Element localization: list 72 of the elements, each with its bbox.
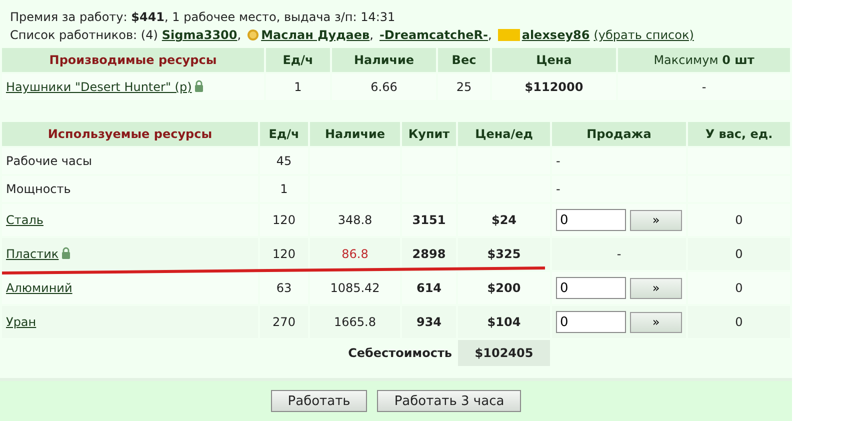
separator: ,: [370, 27, 374, 44]
table-cell: -: [556, 154, 560, 168]
column-header: Купит: [402, 122, 456, 146]
column-header: Цена: [492, 48, 616, 72]
worker-link[interactable]: Sigma3300: [162, 26, 238, 44]
sell-amount-field[interactable]: 0: [556, 209, 626, 231]
column-header: Цена/ед: [458, 122, 550, 146]
table-cell-text: 63: [275, 280, 293, 297]
worker-link[interactable]: -DreamcatcheR-: [379, 26, 488, 44]
sell-button[interactable]: »: [630, 210, 682, 230]
table-cell-text: 3151: [411, 212, 447, 229]
separator: ,: [237, 27, 242, 44]
column-header: Продажа: [552, 122, 686, 146]
bonus-info: Премия за работу: $441, 1 рабочее место, выдача з/п: 14:31: [10, 9, 396, 26]
table-cell-text: 1: [279, 181, 289, 198]
column-header: Наличие: [310, 122, 400, 146]
resource-link[interactable]: Сталь: [6, 213, 44, 227]
table-cell-text: 45: [275, 153, 293, 170]
table-cell-text: -: [700, 79, 708, 96]
table-cell-text: Рабочие часы: [5, 153, 93, 170]
table-cell-text: $200: [486, 280, 522, 297]
cost-label: Себестоимость: [348, 346, 452, 360]
work-button[interactable]: Работать: [270, 390, 368, 412]
table-cell-text: 348.8: [336, 212, 374, 229]
lock-icon: [60, 247, 71, 259]
table-cell: -: [556, 182, 560, 196]
table-cell-text: 0: [734, 280, 744, 297]
table-cell-text: 25: [455, 79, 473, 96]
column-header: Максимум 0 шт: [618, 48, 790, 72]
table-cell-text: $24: [490, 212, 518, 229]
column-header: Ед/ч: [260, 122, 308, 146]
table-cell-text: 0: [734, 314, 744, 331]
worker-link[interactable]: alexsey86: [522, 26, 590, 44]
column-header: У вас, ед.: [688, 122, 790, 146]
resource-link[interactable]: Алюминий: [6, 281, 72, 295]
table-cell-text: 86.8: [340, 246, 370, 263]
column-header: Используемые ресурсы: [2, 122, 258, 146]
workers-label: Список работников: (4): [10, 27, 158, 44]
sell-button[interactable]: »: [630, 278, 682, 298]
worker-link[interactable]: Маслан Дудаев: [261, 26, 370, 44]
table-cell-text: 120: [272, 246, 296, 263]
table-cell-text: $112000: [524, 79, 584, 96]
sell-amount-field[interactable]: 0: [556, 277, 626, 299]
product-link[interactable]: Наушники "Desert Hunter" (р): [6, 80, 192, 94]
sell-amount-field[interactable]: 0: [556, 311, 626, 333]
table-cell-text: $325: [486, 246, 522, 263]
work-button[interactable]: Работать 3 часа: [377, 390, 522, 412]
column-header: Производимые ресурсы: [2, 48, 264, 72]
table-cell-text: 1665.8: [333, 314, 377, 331]
table-cell: -: [616, 247, 622, 261]
resource-link[interactable]: Пластик: [6, 247, 59, 261]
table-cell-text: 120: [272, 212, 296, 229]
table-cell-text: 1: [293, 79, 303, 96]
cost-value: $102405: [458, 340, 550, 366]
sell-button[interactable]: »: [630, 312, 682, 332]
resource-link[interactable]: Уран: [6, 315, 36, 329]
separator: ,: [488, 27, 492, 44]
table-cell-text: 0: [734, 246, 744, 263]
column-header: Наличие: [332, 48, 436, 72]
table-cell-text: 6.66: [370, 79, 398, 96]
column-header: Вес: [438, 48, 490, 72]
table-cell-text: 614: [415, 280, 443, 297]
lock-icon: [194, 80, 204, 92]
hide-list-link[interactable]: (убрать список): [594, 26, 694, 44]
table-cell-text: 270: [272, 314, 296, 331]
table-cell-text: Мощность: [5, 181, 72, 198]
table-cell-text: 0: [734, 212, 744, 229]
table-cell-text: 934: [415, 314, 443, 331]
table-cell-text: 2898: [411, 246, 447, 263]
table-cell-text: $104: [486, 314, 522, 331]
table-cell-text: 1085.42: [329, 280, 381, 297]
column-header: Ед/ч: [266, 48, 330, 72]
